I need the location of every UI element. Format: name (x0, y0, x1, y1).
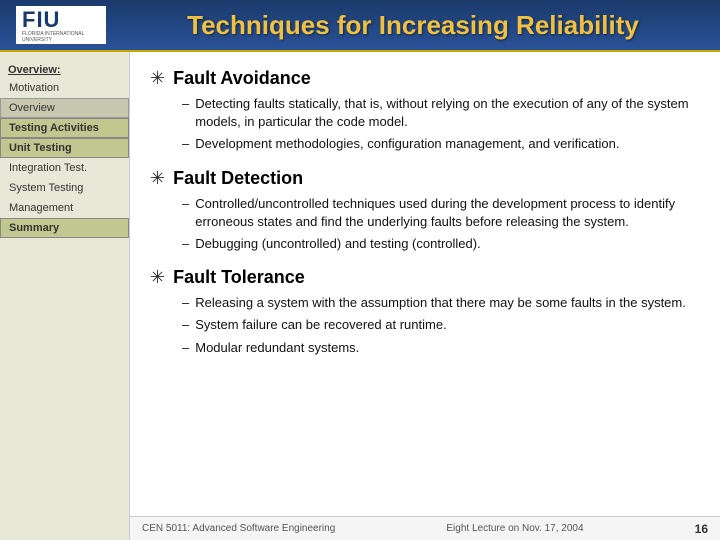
list-item: – System failure can be recovered at run… (182, 316, 700, 334)
sidebar-overview-label: Overview: (0, 60, 129, 78)
footer-page: 16 (695, 522, 708, 536)
list-item: – Debugging (uncontrolled) and testing (… (182, 235, 700, 253)
list-item: – Detecting faults statically, that is, … (182, 95, 700, 131)
fault-detection-header: ✳ Fault Detection (150, 168, 700, 189)
fault-detection-body: – Controlled/uncontrolled techniques use… (150, 195, 700, 254)
fault-detection-title: Fault Detection (173, 168, 303, 189)
fault-tolerance-section: ✳ Fault Tolerance – Releasing a system w… (150, 267, 700, 357)
list-item: – Controlled/uncontrolled techniques use… (182, 195, 700, 231)
fault-detection-section: ✳ Fault Detection – Controlled/uncontrol… (150, 168, 700, 254)
fault-detection-item-1: Controlled/uncontrolled techniques used … (195, 195, 700, 231)
dash-icon: – (182, 95, 189, 131)
fault-tolerance-header: ✳ Fault Tolerance (150, 267, 700, 288)
fault-avoidance-header: ✳ Fault Avoidance (150, 68, 700, 89)
list-item: – Modular redundant systems. (182, 339, 700, 357)
header: FIU FLORIDA INTERNATIONAL UNIVERSITY Tec… (0, 0, 720, 52)
dash-icon: – (182, 195, 189, 231)
sidebar-item-unit-testing[interactable]: Unit Testing (0, 138, 129, 158)
fault-avoidance-body: – Detecting faults statically, that is, … (150, 95, 700, 154)
fault-avoidance-title: Fault Avoidance (173, 68, 311, 89)
fault-tolerance-body: – Releasing a system with the assumption… (150, 294, 700, 357)
sidebar-item-motivation[interactable]: Motivation (0, 78, 129, 98)
dash-icon: – (182, 316, 189, 334)
bullet-star-3: ✳ (150, 267, 165, 288)
fault-avoidance-item-1: Detecting faults statically, that is, wi… (195, 95, 700, 131)
footer: CEN 5011: Advanced Software Engineering … (130, 516, 720, 540)
list-item: – Releasing a system with the assumption… (182, 294, 700, 312)
bullet-star-1: ✳ (150, 68, 165, 89)
fault-tolerance-item-1: Releasing a system with the assumption t… (195, 294, 686, 312)
main-layout: Overview: Motivation Overview Testing Ac… (0, 52, 720, 540)
sidebar-item-testing-activities[interactable]: Testing Activities (0, 118, 129, 138)
logo-sub: FLORIDA INTERNATIONAL UNIVERSITY (22, 31, 100, 43)
dash-icon: – (182, 294, 189, 312)
fault-tolerance-title: Fault Tolerance (173, 267, 305, 288)
sidebar-item-summary[interactable]: Summary (0, 218, 129, 238)
logo-box: FIU FLORIDA INTERNATIONAL UNIVERSITY (16, 6, 106, 44)
sidebar-item-system-testing[interactable]: System Testing (0, 178, 129, 198)
bullet-star-2: ✳ (150, 168, 165, 189)
fault-avoidance-item-2: Development methodologies, configuration… (195, 135, 619, 153)
sidebar-item-integration-test[interactable]: Integration Test. (0, 158, 129, 178)
dash-icon: – (182, 339, 189, 357)
sidebar: Overview: Motivation Overview Testing Ac… (0, 52, 130, 540)
content-area: ✳ Fault Avoidance – Detecting faults sta… (130, 52, 720, 540)
page-title: Techniques for Increasing Reliability (122, 10, 704, 41)
fault-tolerance-item-2: System failure can be recovered at runti… (195, 316, 446, 334)
fault-avoidance-section: ✳ Fault Avoidance – Detecting faults sta… (150, 68, 700, 154)
list-item: – Development methodologies, configurati… (182, 135, 700, 153)
sidebar-item-management[interactable]: Management (0, 198, 129, 218)
dash-icon: – (182, 235, 189, 253)
sidebar-item-overview[interactable]: Overview (0, 98, 129, 118)
dash-icon: – (182, 135, 189, 153)
footer-lecture: Eight Lecture on Nov. 17, 2004 (446, 523, 583, 534)
footer-course: CEN 5011: Advanced Software Engineering (142, 523, 335, 534)
fault-detection-item-2: Debugging (uncontrolled) and testing (co… (195, 235, 480, 253)
logo-text: FIU (22, 7, 60, 32)
logo-area: FIU FLORIDA INTERNATIONAL UNIVERSITY (16, 6, 106, 44)
fault-tolerance-item-3: Modular redundant systems. (195, 339, 359, 357)
